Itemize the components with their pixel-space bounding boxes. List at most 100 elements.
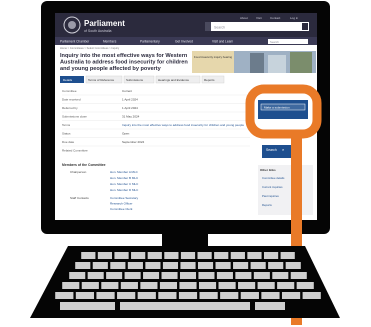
search-button[interactable]: [302, 23, 308, 30]
keyboard-key: [62, 282, 80, 289]
keyboard-key: [101, 282, 119, 289]
staff-name[interactable]: Research Officer: [110, 202, 132, 206]
detail-value: Current: [122, 89, 132, 93]
top-link[interactable]: Log in: [290, 16, 299, 20]
keyboard-key: [180, 262, 196, 269]
staff-name[interactable]: Committee Clerk: [110, 207, 133, 211]
keyboard-key: [261, 292, 280, 299]
keyboard-key: [140, 282, 158, 289]
top-link[interactable]: Contact: [270, 16, 281, 20]
detail-label: Status: [62, 132, 71, 136]
detail-value: Open: [122, 132, 130, 136]
keyboard-key: [162, 262, 179, 269]
keyboard-key: [179, 282, 197, 289]
tab-label: Details: [63, 78, 73, 82]
keyboard-key: [268, 262, 284, 269]
keyboard-key: [233, 262, 249, 269]
keyboard-key: [218, 282, 236, 289]
keyboard-key: [197, 262, 214, 269]
member-name[interactable]: Hon. Member C MLC: [110, 182, 139, 186]
nav-search-placeholder: Search: [270, 40, 279, 44]
top-link[interactable]: About: [240, 16, 248, 20]
keyboard-key: [285, 262, 301, 269]
keyboard-key: [92, 262, 108, 269]
tab-label: Reports: [204, 78, 215, 82]
site-name[interactable]: Parliament: [84, 19, 125, 28]
keyboard-key: [220, 292, 239, 299]
tab-label: Hearings and Evidence: [158, 78, 189, 82]
member-name[interactable]: Hon. Member A MLC: [110, 170, 139, 174]
keyboard-key: [290, 272, 307, 279]
keyboard-key: [198, 272, 215, 279]
keyboard-key: [124, 272, 141, 279]
keyboard-key: [280, 252, 295, 259]
other-link[interactable]: Past inquiries: [262, 194, 279, 198]
member-role: Chairperson: [70, 170, 87, 174]
keyboard-key: [55, 292, 74, 299]
keyboard-key: [81, 252, 96, 259]
hero-figure: [268, 55, 286, 73]
other-links-heading: Other links: [260, 168, 276, 172]
staff-name[interactable]: Committee Secretary: [110, 196, 139, 200]
detail-label: Committee: [62, 89, 77, 93]
nav-item[interactable]: Members: [103, 40, 117, 44]
tab-label: Submissions: [126, 78, 144, 82]
keyboard-key: [199, 292, 218, 299]
nav-item[interactable]: Parliamentary: [140, 40, 160, 44]
other-links-panel: [258, 165, 313, 215]
keyboard-key: [97, 252, 113, 259]
detail-value: 1 April 2024: [122, 106, 138, 110]
detail-label: Terms: [62, 123, 71, 127]
nav-item[interactable]: Parliament Chamber: [60, 40, 90, 44]
staff-role: Staff Contacts: [70, 196, 89, 200]
crest-icon-inner: [68, 21, 76, 29]
detail-label: Related Committee: [62, 149, 88, 153]
other-link[interactable]: Committee details: [262, 176, 285, 180]
nav-item[interactable]: Visit and Learn: [212, 40, 233, 44]
keyboard-key: [255, 302, 285, 310]
keyboard-key: [147, 252, 162, 259]
member-name[interactable]: Hon. Member B MLC: [110, 176, 139, 180]
top-link[interactable]: Visit: [256, 16, 262, 20]
keyboard-key: [235, 272, 252, 279]
keyboard-key: [216, 272, 233, 279]
nav-item[interactable]: Get Involved: [175, 40, 193, 44]
keyboard-key: [117, 292, 136, 299]
breadcrumb[interactable]: Home > Committees > Select Committees > …: [60, 46, 120, 50]
keyboard-key: [87, 272, 104, 279]
keyboard-key: [69, 272, 86, 279]
keyboard-key: [158, 292, 177, 299]
keyboard-key: [197, 252, 212, 259]
keyboard-key: [214, 252, 229, 259]
spacebar-key: [120, 302, 250, 310]
other-link[interactable]: Current inquiries: [262, 185, 283, 189]
keyboard-key: [238, 282, 256, 289]
keyboard-key: [250, 262, 266, 269]
member-name[interactable]: Hon. Member D MLC: [110, 188, 139, 192]
search-dropdown-icon[interactable]: [205, 22, 211, 31]
hero-figure: [250, 53, 264, 73]
detail-label: Submissions close: [62, 115, 87, 119]
tab-label: Terms of Reference: [88, 78, 115, 82]
detail-label: Due date: [62, 140, 75, 144]
keyboard-key: [145, 262, 161, 269]
detail-value: 31 May 2024: [122, 115, 140, 119]
keyboard-key: [180, 252, 196, 259]
other-link[interactable]: Reports: [262, 203, 272, 207]
keyboard-key: [143, 272, 160, 279]
keyboard-key: [247, 252, 262, 259]
detail-value[interactable]: Inquiry into the most effective ways to …: [122, 123, 244, 127]
keyboard-key: [75, 292, 95, 299]
detail-label: Date received: [62, 98, 81, 102]
keyboard-key: [178, 292, 198, 299]
search-icon: ⌕: [282, 147, 284, 152]
keyboard-key: [96, 292, 115, 299]
members-heading: Members of the Committee: [62, 163, 106, 167]
keyboard-key: [110, 262, 126, 269]
keyboard-key: [272, 272, 289, 279]
hero-figure: [290, 52, 312, 73]
detail-label: Referred by: [62, 106, 78, 110]
keyboard-key: [257, 282, 275, 289]
keyboard-key: [230, 252, 245, 259]
keyboard-key: [263, 252, 279, 259]
